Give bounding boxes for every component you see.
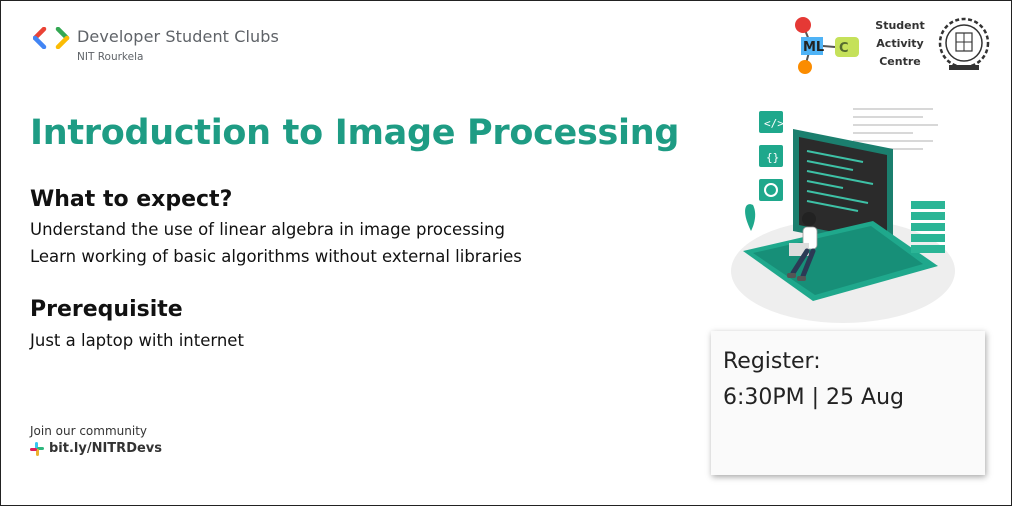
- org-sub: NIT Rourkela: [77, 51, 144, 63]
- ml-club-logo-icon: ML C: [795, 17, 859, 74]
- expect-item: Understand the use of linear algebra in …: [30, 220, 505, 239]
- register-label: Register:: [723, 349, 821, 374]
- svg-text:ML: ML: [803, 40, 824, 55]
- svg-text:{}: {}: [766, 151, 779, 164]
- svg-text:C: C: [839, 41, 849, 56]
- org-name: Developer Student Clubs: [77, 27, 279, 46]
- developer-laptop-illustration: </> {}: [731, 108, 955, 323]
- nit-rourkela-seal-icon: [938, 17, 990, 70]
- slack-icon: [30, 441, 44, 456]
- sac-line-2: Activity: [876, 37, 924, 50]
- svg-text:</>: </>: [764, 117, 784, 130]
- gdsc-brackets-icon: [33, 27, 70, 49]
- register-time: 6:30PM | 25 Aug: [723, 385, 904, 410]
- prereq-heading: Prerequisite: [30, 297, 183, 322]
- page-title: Introduction to Image Processing: [30, 113, 680, 153]
- sac-line-3: Centre: [879, 55, 921, 68]
- register-card: Register: 6:30PM | 25 Aug: [711, 331, 985, 475]
- prereq-text: Just a laptop with internet: [30, 331, 244, 350]
- expect-item: Learn working of basic algorithms withou…: [30, 247, 522, 266]
- community-url[interactable]: bit.ly/NITRDevs: [49, 441, 162, 456]
- poster: Developer Student Clubs NIT Rourkela ML …: [0, 0, 1012, 506]
- sac-label: Student Activity Centre: [867, 17, 933, 71]
- community-link[interactable]: bit.ly/NITRDevs: [30, 441, 162, 456]
- community-label: Join our community: [30, 424, 147, 438]
- gdsc-header: Developer Student Clubs NIT Rourkela: [33, 27, 279, 63]
- community-block: Join our community bit.ly/NITRDevs: [30, 424, 162, 456]
- expect-heading: What to expect?: [30, 187, 233, 212]
- sac-line-1: Student: [875, 19, 925, 32]
